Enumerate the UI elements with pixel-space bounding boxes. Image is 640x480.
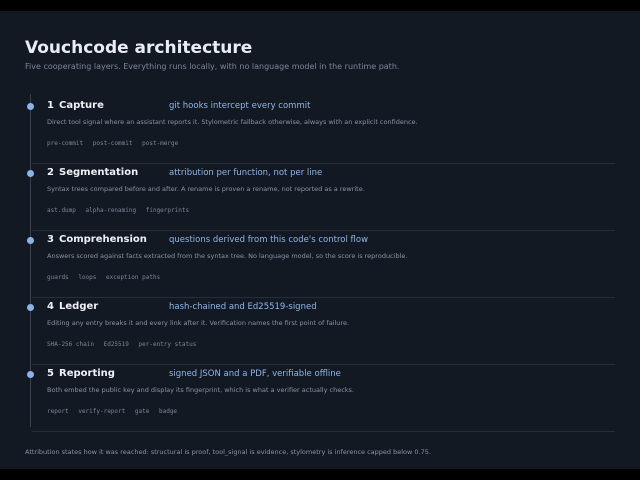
- layer-description: Editing any entry breaks it and every li…: [47, 319, 350, 327]
- tag: per-entry status: [138, 341, 197, 348]
- layer-tags: pre-commit post-commit post-merge: [47, 140, 184, 147]
- tag: badge: [158, 408, 178, 415]
- tag: SHA-256 chain: [47, 341, 94, 348]
- layer-description: Syntax trees compared before and after. …: [47, 185, 365, 193]
- tag: guards: [47, 274, 69, 281]
- layer-number: 4: [47, 301, 54, 312]
- layer-name: Segmentation: [59, 167, 139, 178]
- page-subtitle: Five cooperating layers. Everything runs…: [25, 62, 400, 71]
- layer-comprehension: 3 Comprehension questions derived from t…: [27, 231, 615, 298]
- layer-tagline: attribution per function, not per line: [169, 168, 323, 178]
- layer-reporting: 5 Reporting signed JSON and a PDF, verif…: [27, 365, 615, 432]
- layer-description: Answers scored against facts extracted f…: [47, 252, 408, 260]
- layer-tags: guards loops exception paths: [47, 274, 166, 281]
- footer-note: Attribution states how it was reached: s…: [25, 448, 431, 456]
- timeline-dot: [27, 371, 34, 378]
- timeline-dot: [27, 103, 34, 110]
- tag: exception paths: [106, 274, 161, 281]
- page-title: Vouchcode architecture: [25, 38, 253, 58]
- layer-ledger: 4 Ledger hash-chained and Ed25519-signed…: [27, 298, 615, 365]
- layer-tagline: hash-chained and Ed25519-signed: [169, 302, 317, 312]
- tag: post-merge: [142, 140, 179, 147]
- tag: report: [47, 408, 69, 415]
- layer-tags: report verify-report gate badge: [47, 408, 183, 415]
- tag: ast.dump: [47, 207, 76, 214]
- layer-tags: SHA-256 chain Ed25519 per-entry status: [47, 341, 202, 348]
- tag: fingerprints: [145, 207, 190, 214]
- layer-number: 1: [47, 100, 54, 111]
- layer-number: 5: [47, 368, 54, 379]
- layer-name: Ledger: [59, 301, 99, 312]
- layer-divider: [32, 431, 615, 432]
- tag: Ed25519: [103, 341, 129, 348]
- layer-tags: ast.dump alpha-renaming fingerprints: [47, 207, 195, 214]
- layer-tagline: signed JSON and a PDF, verifiable offlin…: [169, 369, 341, 379]
- layer-name: Reporting: [59, 368, 115, 379]
- tag: verify-report: [78, 408, 126, 415]
- tag: loops: [78, 274, 97, 281]
- layer-tagline: questions derived from this code's contr…: [169, 235, 369, 245]
- layer-description: Direct tool signal where an assistant re…: [47, 118, 418, 126]
- timeline-dot: [27, 237, 34, 244]
- layer-name: Comprehension: [59, 234, 147, 245]
- tag: gate: [134, 408, 150, 415]
- layer-number: 3: [47, 234, 54, 245]
- layer-tagline: git hooks intercept every commit: [169, 101, 311, 111]
- timeline-dot: [27, 304, 34, 311]
- tag: alpha-renaming: [85, 207, 137, 214]
- layer-name: Capture: [59, 100, 104, 111]
- timeline-dot: [27, 170, 34, 177]
- tag: pre-commit: [47, 140, 84, 147]
- layer-number: 2: [47, 167, 54, 178]
- tag: post-commit: [92, 140, 133, 147]
- layer-segmentation: 2 Segmentation attribution per function,…: [27, 164, 615, 231]
- architecture-panel: Vouchcode architecture Five cooperating …: [0, 11, 640, 469]
- layer-capture: 1 Capture git hooks intercept every comm…: [27, 97, 615, 164]
- layer-description: Both embed the public key and display it…: [47, 386, 354, 394]
